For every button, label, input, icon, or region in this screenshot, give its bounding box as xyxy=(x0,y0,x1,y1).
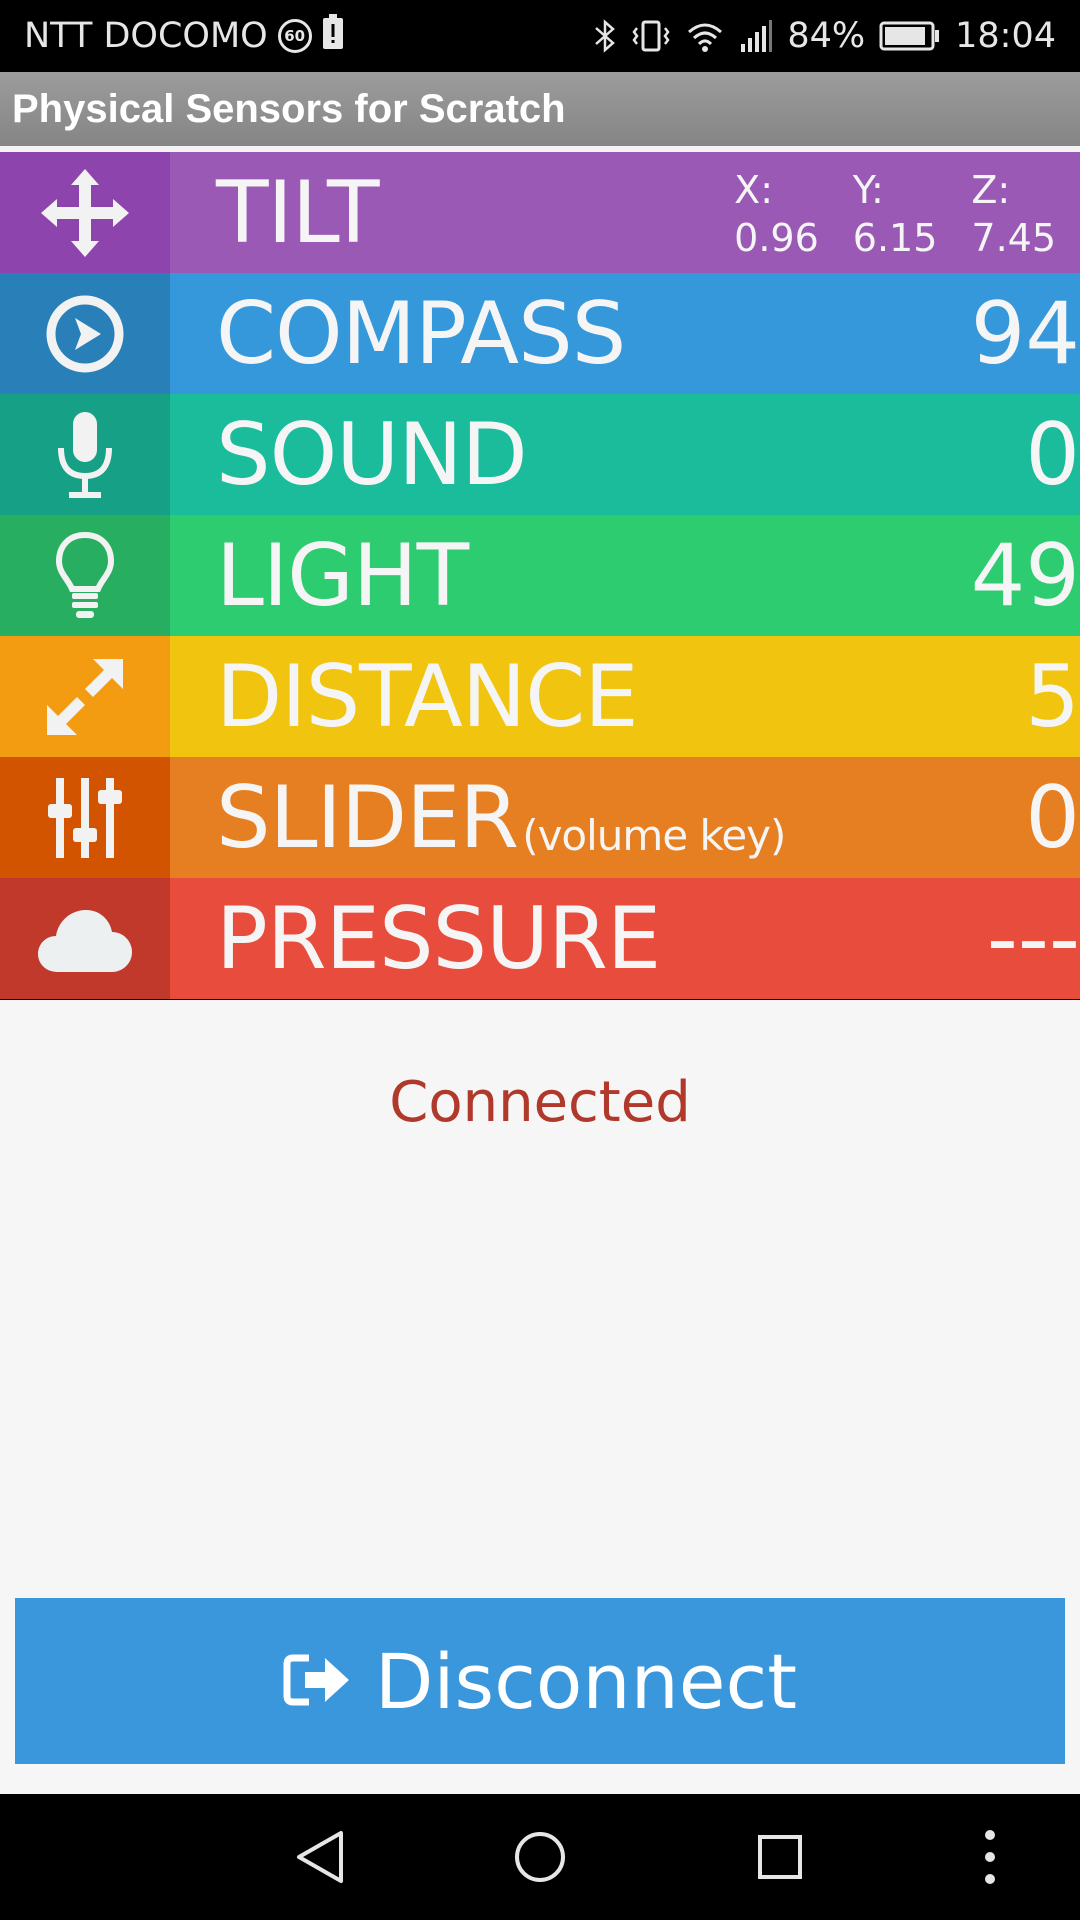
recents-icon[interactable] xyxy=(720,1794,840,1920)
tilt-axis-x: X: 0.96 xyxy=(734,166,819,262)
compass-label: COMPASS xyxy=(216,283,626,384)
sound-value: 0 xyxy=(1025,404,1080,505)
lightbulb-icon xyxy=(0,515,170,636)
pressure-label: PRESSURE xyxy=(216,888,661,989)
sign-out-icon xyxy=(283,1637,353,1726)
menu-icon[interactable] xyxy=(950,1794,1030,1920)
sensor-row-pressure: PRESSURE --- xyxy=(0,878,1080,999)
status-bar-left: NTT DOCOMO 60 xyxy=(24,0,344,72)
distance-value: 5 xyxy=(1025,646,1080,747)
home-icon[interactable] xyxy=(480,1794,600,1920)
battery-icon xyxy=(879,21,941,51)
battery-alert-icon xyxy=(322,13,344,59)
slider-body: SLIDER (volume key) 0 xyxy=(170,757,1080,878)
compass-icon xyxy=(0,273,170,394)
sound-label: SOUND xyxy=(216,404,528,505)
tilt-y-value: 6.15 xyxy=(852,216,938,260)
tilt-axes: X: 0.96 Y: 6.15 Z: 7.45 xyxy=(734,166,1056,262)
sensor-row-distance: DISTANCE 5 xyxy=(0,636,1080,757)
tilt-x-label: X: xyxy=(734,168,774,212)
navigation-bar xyxy=(0,1794,1080,1920)
tilt-y-label: Y: xyxy=(852,168,884,212)
slider-value: 0 xyxy=(1025,767,1080,868)
sensor-row-sound: SOUND 0 xyxy=(0,394,1080,515)
app-title: Physical Sensors for Scratch xyxy=(12,86,566,131)
compass-value: 94 xyxy=(970,283,1080,384)
cloud-icon xyxy=(0,878,170,999)
tilt-axis-y: Y: 6.15 xyxy=(853,166,938,262)
battery-percent: 84% xyxy=(787,16,866,56)
sensor-row-light: LIGHT 49 xyxy=(0,515,1080,636)
app-title-bar: Physical Sensors for Scratch xyxy=(0,72,1080,146)
network-badge-icon: 60 xyxy=(277,19,312,53)
bluetooth-icon xyxy=(593,18,617,54)
wifi-icon xyxy=(685,18,725,54)
carrier-name: NTT DOCOMO xyxy=(24,16,268,56)
light-label: LIGHT xyxy=(216,525,469,626)
slider-label-text: SLIDER xyxy=(216,767,519,868)
vibrate-icon xyxy=(631,18,671,54)
disconnect-label: Disconnect xyxy=(374,1636,798,1726)
pressure-value: --- xyxy=(986,888,1080,989)
sensor-list: TILT X: 0.96 Y: 6.15 Z: 7.45 COMPASS 94 … xyxy=(0,152,1080,999)
tilt-z-label: Z: xyxy=(971,168,1011,212)
status-bar: NTT DOCOMO 60 84% 18:04 xyxy=(0,0,1080,72)
sensor-row-tilt: TILT X: 0.96 Y: 6.15 Z: 7.45 xyxy=(0,152,1080,273)
expand-arrows-icon xyxy=(0,636,170,757)
microphone-icon xyxy=(0,394,170,515)
status-bar-right: 84% 18:04 xyxy=(593,0,1056,72)
sound-body: SOUND 0 xyxy=(170,394,1080,515)
clock: 18:04 xyxy=(955,16,1056,56)
tilt-z-value: 7.45 xyxy=(971,216,1056,260)
disconnect-button[interactable]: Disconnect xyxy=(15,1598,1065,1764)
tilt-x-value: 0.96 xyxy=(734,216,819,260)
distance-body: DISTANCE 5 xyxy=(170,636,1080,757)
sensor-row-slider: SLIDER (volume key) 0 xyxy=(0,757,1080,878)
distance-label: DISTANCE xyxy=(216,646,639,747)
signal-icon xyxy=(739,18,773,54)
sliders-icon xyxy=(0,757,170,878)
sensor-row-compass: COMPASS 94 xyxy=(0,273,1080,394)
tilt-label: TILT xyxy=(216,162,379,263)
tilt-body: TILT X: 0.96 Y: 6.15 Z: 7.45 xyxy=(170,152,1080,273)
pressure-body: PRESSURE --- xyxy=(170,878,1080,999)
compass-body: COMPASS 94 xyxy=(170,273,1080,394)
connection-status: Connected xyxy=(389,1070,691,1135)
slider-label: SLIDER (volume key) xyxy=(216,757,786,878)
slider-sublabel: (volume key) xyxy=(522,811,786,860)
back-icon[interactable] xyxy=(260,1794,380,1920)
tilt-icon xyxy=(0,152,170,273)
light-value: 49 xyxy=(970,525,1080,626)
light-body: LIGHT 49 xyxy=(170,515,1080,636)
tilt-axis-z: Z: 7.45 xyxy=(971,166,1056,262)
